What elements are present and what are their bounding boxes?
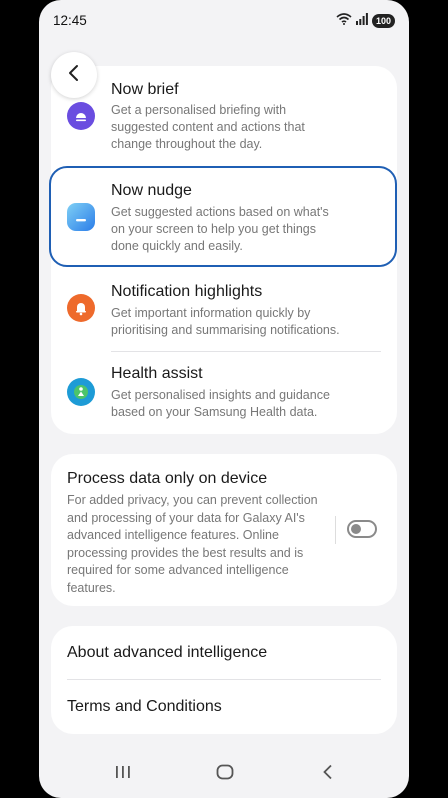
links-card: About advanced intelligence Terms and Co… [51,626,397,734]
battery-indicator: 100 [371,14,395,28]
recent-apps-icon [115,764,131,785]
process-data-description: For added privacy, you can prevent colle… [67,493,318,595]
process-data-title: Process data only on device [67,470,268,487]
feature-health-assist[interactable]: Health assist Get personalised insights … [51,356,397,432]
feature-title: Now nudge [111,182,192,199]
wifi-icon [336,12,352,30]
notification-bell-icon [67,294,95,322]
home-icon [216,764,234,785]
process-data-card[interactable]: Process data only on device For added pr… [51,454,397,606]
divider [111,351,381,352]
feature-description: Get suggested actions based on what's on… [111,205,329,253]
navigation-bar [39,752,409,798]
back-nav-button[interactable] [322,764,334,785]
feature-title: Health assist [111,365,203,382]
now-nudge-icon [67,203,95,231]
divider [67,679,381,680]
feature-title: Now brief [111,81,179,98]
status-time: 12:45 [53,13,87,28]
features-card: Now brief Get a personalised briefing wi… [51,66,397,434]
back-button[interactable] [51,52,97,98]
feature-description: Get personalised insights and guidance b… [111,388,330,419]
back-arrow-icon [67,64,81,87]
phone-screen: 12:45 100 Now brief Get a personalised b… [39,0,409,798]
feature-description: Get a personalised briefing with suggest… [111,103,305,151]
status-icons: 100 [336,12,395,30]
feature-notification-highlights[interactable]: Notification highlights Get important in… [51,274,397,354]
toggle-knob [351,524,361,534]
back-nav-icon [322,764,334,785]
feature-now-brief[interactable]: Now brief Get a personalised briefing wi… [51,66,397,162]
terms-and-conditions-link[interactable]: Terms and Conditions [67,698,222,716]
process-data-toggle[interactable] [347,520,377,538]
recent-apps-button[interactable] [115,764,131,785]
now-brief-icon [67,102,95,130]
status-bar: 12:45 100 [39,0,409,40]
signal-icon [355,12,368,30]
feature-title: Notification highlights [111,283,263,300]
feature-now-nudge[interactable]: Now nudge Get suggested actions based on… [51,168,397,268]
health-assist-icon [67,378,95,406]
feature-description: Get important information quickly by pri… [111,306,340,337]
home-button[interactable] [216,764,234,785]
about-advanced-intelligence-link[interactable]: About advanced intelligence [67,644,267,662]
separator [335,516,336,544]
